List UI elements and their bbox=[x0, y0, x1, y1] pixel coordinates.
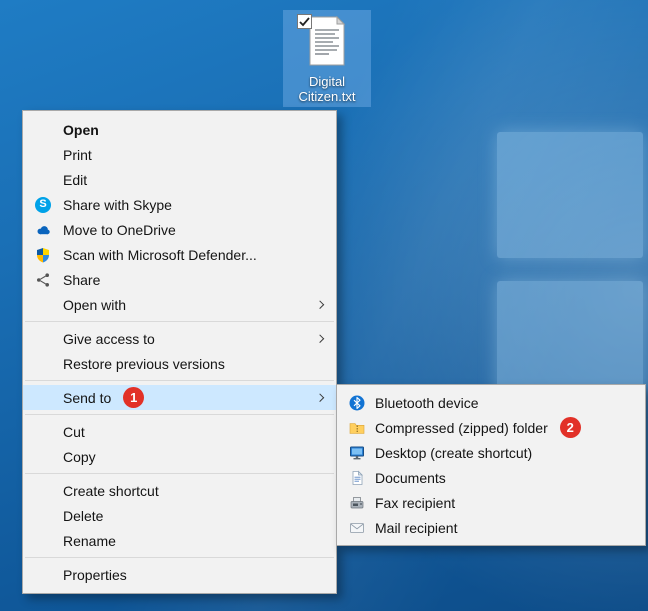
menu-item-give-access-to[interactable]: Give access to bbox=[23, 326, 336, 351]
annotation-step-1-badge: 1 bbox=[123, 387, 145, 408]
menu-item-label: Properties bbox=[63, 566, 127, 583]
context-menu: Open Print Edit S Share with Skype Move … bbox=[22, 110, 337, 594]
submenu-item-compressed-zipped-folder[interactable]: Compressed (zipped) folder 2 bbox=[337, 415, 645, 440]
menu-item-print[interactable]: Print bbox=[23, 142, 336, 167]
icon-slot bbox=[33, 483, 53, 499]
wallpaper-window-pane bbox=[497, 281, 643, 401]
menu-item-label: Restore previous versions bbox=[63, 355, 225, 372]
menu-item-label: Create shortcut bbox=[63, 482, 159, 499]
wallpaper-window-pane bbox=[497, 132, 643, 258]
menu-item-scan-with-defender[interactable]: Scan with Microsoft Defender... bbox=[23, 242, 336, 267]
menu-item-share-with-skype[interactable]: S Share with Skype bbox=[23, 192, 336, 217]
submenu-item-label: Fax recipient bbox=[375, 494, 456, 511]
icon-slot bbox=[33, 172, 53, 188]
menu-item-label: Scan with Microsoft Defender... bbox=[63, 246, 257, 263]
menu-item-share[interactable]: Share bbox=[23, 267, 336, 292]
icon-slot bbox=[33, 508, 53, 524]
menu-item-copy[interactable]: Copy bbox=[23, 444, 336, 469]
menu-item-open[interactable]: Open bbox=[23, 117, 336, 142]
fax-icon bbox=[350, 496, 363, 508]
icon-slot bbox=[33, 356, 53, 372]
submenu-item-label: Mail recipient bbox=[375, 519, 458, 536]
annotation-step-2-badge: 2 bbox=[559, 417, 581, 438]
icon-slot bbox=[33, 449, 53, 465]
menu-item-edit[interactable]: Edit bbox=[23, 167, 336, 192]
menu-item-label: Open with bbox=[63, 296, 127, 313]
menu-item-send-to[interactable]: Send to 1 bbox=[23, 385, 336, 410]
menu-separator bbox=[25, 557, 334, 558]
menu-item-label: Copy bbox=[63, 448, 96, 465]
menu-item-restore-previous-versions[interactable]: Restore previous versions bbox=[23, 351, 336, 376]
menu-separator bbox=[25, 473, 334, 474]
submenu-item-label: Compressed (zipped) folder bbox=[375, 419, 548, 436]
file-name-label: Digital Citizen.txt bbox=[298, 74, 356, 104]
file-icon[interactable] bbox=[283, 14, 371, 70]
documents-icon bbox=[352, 470, 363, 485]
skype-icon: S bbox=[35, 196, 51, 213]
menu-item-delete[interactable]: Delete bbox=[23, 503, 336, 528]
submenu-item-documents[interactable]: Documents bbox=[337, 465, 645, 490]
icon-slot bbox=[33, 331, 53, 347]
icon-slot bbox=[33, 424, 53, 440]
bluetooth-icon bbox=[349, 395, 364, 410]
menu-separator bbox=[25, 380, 334, 381]
menu-item-label: Share with Skype bbox=[63, 196, 172, 213]
menu-item-move-to-onedrive[interactable]: Move to OneDrive bbox=[23, 217, 336, 242]
menu-item-label: Share bbox=[63, 271, 101, 288]
menu-item-open-with[interactable]: Open with bbox=[23, 292, 336, 317]
icon-slot bbox=[33, 567, 53, 583]
zip-folder-icon bbox=[349, 422, 364, 434]
send-to-submenu: Bluetooth device Compressed (zipped) fol… bbox=[336, 384, 646, 546]
defender-shield-icon bbox=[37, 247, 49, 262]
menu-item-create-shortcut[interactable]: Create shortcut bbox=[23, 478, 336, 503]
icon-slot bbox=[33, 122, 53, 138]
onedrive-icon bbox=[37, 225, 50, 234]
menu-item-properties[interactable]: Properties bbox=[23, 562, 336, 587]
menu-item-cut[interactable]: Cut bbox=[23, 419, 336, 444]
icon-slot bbox=[33, 533, 53, 549]
submenu-arrow-icon bbox=[315, 333, 325, 343]
submenu-item-desktop-create-shortcut[interactable]: Desktop (create shortcut) bbox=[337, 440, 645, 465]
submenu-arrow-icon bbox=[315, 299, 325, 309]
menu-separator bbox=[25, 321, 334, 322]
mail-envelope-icon bbox=[349, 522, 364, 533]
share-icon bbox=[37, 272, 49, 287]
menu-item-label: Send to bbox=[63, 389, 112, 406]
menu-item-label: Move to OneDrive bbox=[63, 221, 176, 238]
submenu-item-label: Documents bbox=[375, 469, 446, 486]
submenu-item-bluetooth-device[interactable]: Bluetooth device bbox=[337, 390, 645, 415]
text-document-icon bbox=[309, 16, 346, 66]
selection-checkbox-icon[interactable] bbox=[297, 14, 312, 29]
menu-item-label: Edit bbox=[63, 171, 88, 188]
menu-item-label: Give access to bbox=[63, 330, 155, 347]
menu-item-rename[interactable]: Rename bbox=[23, 528, 336, 553]
submenu-arrow-icon bbox=[315, 392, 325, 402]
icon-slot bbox=[33, 147, 53, 163]
menu-item-label: Print bbox=[63, 146, 92, 163]
submenu-item-label: Bluetooth device bbox=[375, 394, 479, 411]
submenu-item-fax-recipient[interactable]: Fax recipient bbox=[337, 490, 645, 515]
desktop-monitor-icon bbox=[349, 446, 364, 459]
icon-slot bbox=[33, 297, 53, 313]
menu-item-label: Cut bbox=[63, 423, 85, 440]
menu-item-label: Rename bbox=[63, 532, 116, 549]
submenu-item-mail-recipient[interactable]: Mail recipient bbox=[337, 515, 645, 540]
desktop-file-digital-citizen[interactable]: Digital Citizen.txt bbox=[283, 10, 371, 107]
submenu-item-label: Desktop (create shortcut) bbox=[375, 444, 533, 461]
menu-separator bbox=[25, 414, 334, 415]
menu-item-label: Delete bbox=[63, 507, 104, 524]
menu-item-label: Open bbox=[63, 121, 99, 138]
icon-slot bbox=[33, 390, 53, 406]
